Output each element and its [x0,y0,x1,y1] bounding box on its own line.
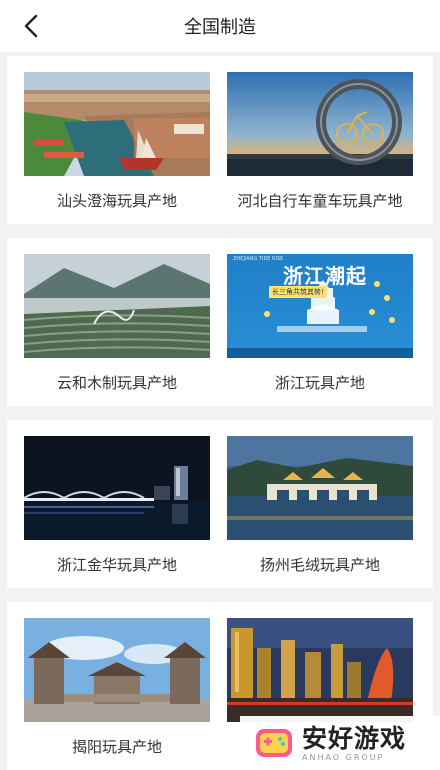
region-caption: 浙江玩具产地 [274,374,365,392]
region-tile-jieyang[interactable]: 揭阳玩具产地 [24,618,210,757]
watermark-title: 安好游戏 [302,723,407,753]
terraced-fields-photo [24,254,210,358]
gamepad-logo-icon [254,723,294,763]
page-title: 全国制造 [184,17,256,38]
region-caption: 扬州毛绒玩具产地 [259,556,380,574]
region-caption: 浙江金华玩具产地 [56,556,177,574]
region-tile-jinhua[interactable]: 浙江金华玩具产地 [24,436,210,575]
chevron-left-icon[interactable] [18,12,46,40]
region-caption: 河北自行车童车玩具产地 [237,192,403,210]
poster-title: 浙江潮起 [283,264,367,288]
five-pavilion-bridge-photo [227,436,413,540]
region-caption: 汕头澄海玩具产地 [56,192,177,210]
night-skyline-photo [227,618,413,722]
zhejiang-poster-photo: ZHEJIANG TIDE RISE 浙江潮起 长三角共筑其势! [227,254,413,358]
watermark: 安好游戏 ANHAO GROUP [240,716,440,770]
region-caption: 揭阳玩具产地 [71,738,162,756]
region-card: 浙江金华玩具产地 扬州毛绒玩具产地 [7,420,433,588]
region-tile-hebei[interactable]: 河北自行车童车玩具产地 [227,72,413,211]
region-caption: 云和木制玩具产地 [56,374,177,392]
watermark-subtitle: ANHAO GROUP [302,752,385,762]
canal-town-photo [24,72,210,176]
region-card: 云和木制玩具产地 ZHEJIANG TIDE RISE 浙江潮起 长三角共筑其势… [7,238,433,406]
region-tile-yangzhou[interactable]: 扬州毛绒玩具产地 [227,436,413,575]
poster-header: ZHEJIANG TIDE RISE [233,256,284,262]
region-tile-yunhe[interactable]: 云和木制玩具产地 [24,254,210,393]
region-tile-shantou[interactable]: 汕头澄海玩具产地 [24,72,210,211]
top-bar: 全国制造 [0,0,440,52]
bicycle-sculpture-photo [227,72,413,176]
region-card: 汕头澄海玩具产地 河北自行车童车玩具产地 [7,56,433,224]
region-tile-zhejiang[interactable]: ZHEJIANG TIDE RISE 浙江潮起 长三角共筑其势! 浙江玩具产地 [227,254,413,393]
night-bridge-photo [24,436,210,540]
poster-banner: 长三角共筑其势! [269,286,327,298]
city-gate-towers-photo [24,618,210,722]
